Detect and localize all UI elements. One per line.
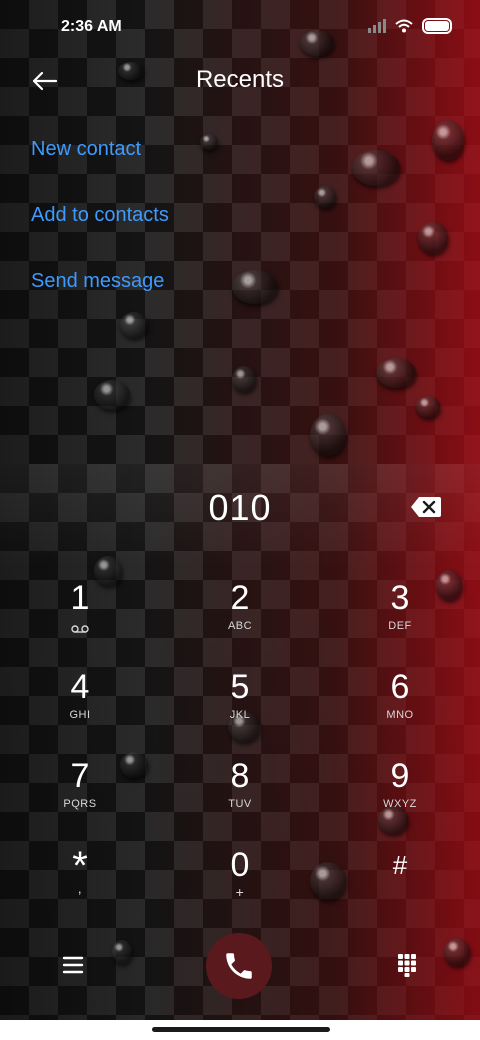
home-indicator[interactable] bbox=[152, 1027, 330, 1032]
key-9[interactable]: 9 WXYZ bbox=[340, 757, 460, 837]
status-time: 2:36 AM bbox=[61, 18, 122, 35]
key-letters: DEF bbox=[388, 620, 412, 632]
key-letters: JKL bbox=[229, 709, 251, 721]
key-digit: 3 bbox=[390, 579, 410, 617]
status-icons bbox=[368, 18, 452, 34]
key-digit: 9 bbox=[390, 757, 410, 795]
key-digit: 5 bbox=[230, 668, 250, 706]
key-letters: PQRS bbox=[63, 798, 97, 810]
voicemail-icon bbox=[20, 619, 140, 638]
key-hash[interactable]: # bbox=[340, 846, 460, 926]
water-drop bbox=[94, 380, 130, 410]
key-2[interactable]: 2 ABC bbox=[180, 579, 300, 659]
key-digit: 0 bbox=[230, 846, 250, 884]
key-6[interactable]: 6 MNO bbox=[340, 668, 460, 748]
key-8[interactable]: 8 TUV bbox=[180, 757, 300, 837]
page-title: Recents bbox=[195, 66, 285, 93]
new-contact-link[interactable]: New contact bbox=[31, 138, 141, 161]
key-4[interactable]: 4 GHI bbox=[20, 668, 140, 748]
key-star[interactable]: * , bbox=[20, 846, 140, 926]
menu-icon bbox=[62, 956, 84, 974]
key-letters: + bbox=[235, 884, 245, 900]
status-bar: 2:36 AM bbox=[0, 0, 480, 56]
add-to-contacts-link[interactable]: Add to contacts bbox=[31, 204, 169, 227]
water-drop bbox=[376, 358, 416, 388]
key-letters: TUV bbox=[228, 798, 252, 810]
key-digit: 4 bbox=[70, 668, 90, 706]
key-5[interactable]: 5 JKL bbox=[180, 668, 300, 748]
water-drop bbox=[432, 120, 464, 160]
backspace-icon bbox=[411, 497, 441, 517]
dialpad-icon bbox=[398, 954, 416, 977]
key-letters: ABC bbox=[227, 620, 253, 632]
key-letters: GHI bbox=[69, 709, 91, 721]
key-3[interactable]: 3 DEF bbox=[340, 579, 460, 659]
dialed-number[interactable]: 010 bbox=[0, 487, 480, 529]
send-message-link[interactable]: Send message bbox=[31, 270, 164, 293]
backspace-button[interactable] bbox=[410, 496, 442, 518]
water-drop bbox=[200, 134, 218, 150]
key-digit: 7 bbox=[70, 757, 90, 795]
key-digit: 1 bbox=[70, 579, 90, 617]
water-drop bbox=[232, 270, 278, 304]
key-7[interactable]: 7 PQRS bbox=[20, 757, 140, 837]
call-button[interactable] bbox=[206, 933, 272, 999]
water-drop bbox=[112, 940, 132, 964]
dialpad-toggle-button[interactable] bbox=[396, 952, 418, 978]
key-digit: 8 bbox=[230, 757, 250, 795]
water-drop bbox=[444, 938, 470, 966]
phone-icon bbox=[226, 953, 252, 979]
key-digit: 6 bbox=[390, 668, 410, 706]
key-0[interactable]: 0 + bbox=[180, 846, 300, 926]
menu-button[interactable] bbox=[60, 952, 86, 978]
signal-icon bbox=[368, 19, 386, 33]
key-letters: WXYZ bbox=[383, 798, 417, 810]
key-1[interactable]: 1 bbox=[20, 579, 140, 659]
water-drop bbox=[232, 366, 256, 392]
key-letters: MNO bbox=[386, 709, 414, 721]
water-drop bbox=[418, 222, 448, 254]
water-drop bbox=[416, 396, 440, 418]
key-letters: , bbox=[77, 880, 83, 896]
wifi-icon bbox=[395, 19, 413, 33]
water-drop bbox=[310, 414, 346, 456]
key-digit: # bbox=[392, 850, 408, 880]
key-digit: 2 bbox=[230, 579, 250, 617]
battery-icon bbox=[422, 18, 452, 34]
water-drop bbox=[314, 186, 336, 208]
water-drop bbox=[352, 150, 400, 186]
water-drop bbox=[120, 312, 148, 338]
